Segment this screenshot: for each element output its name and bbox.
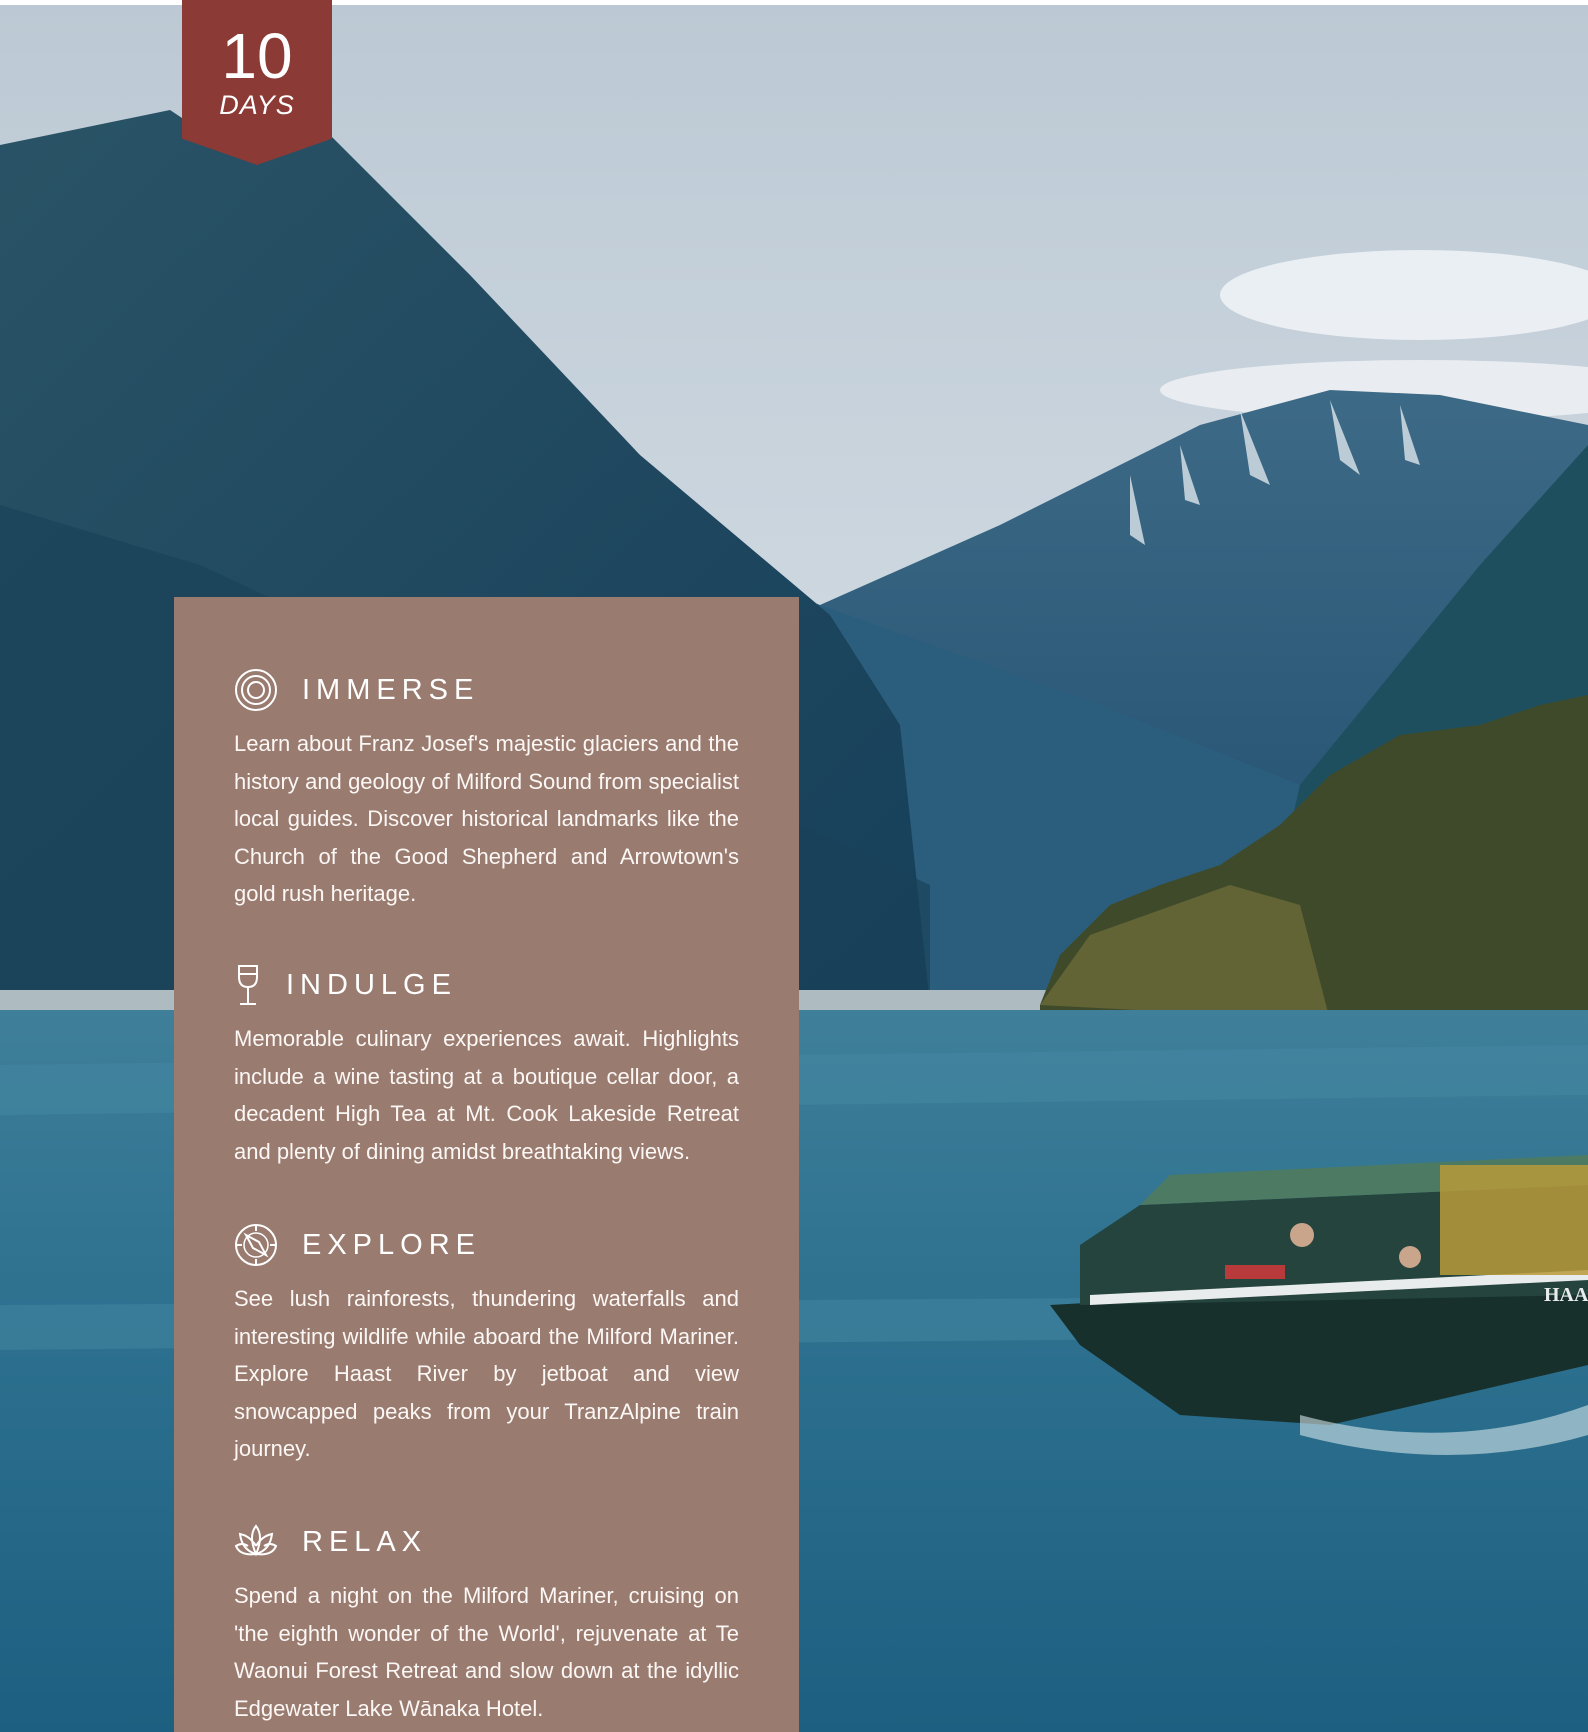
duration-unit: DAYS — [219, 90, 295, 120]
section-body: Learn about Franz Josef's majestic glaci… — [234, 731, 739, 906]
section-body: Memorable culinary experiences await. Hi… — [234, 1026, 739, 1164]
section-body: See lush rainforests, thundering waterfa… — [234, 1286, 739, 1461]
compass-icon — [234, 1223, 278, 1267]
section-immerse: IMMERSE Learn about Franz Josef's majest… — [234, 667, 739, 913]
section-explore: EXPLORE See lush rainforests, thundering… — [234, 1222, 739, 1468]
highlights-panel: IMMERSE Learn about Franz Josef's majest… — [174, 597, 799, 1732]
section-body: Spend a night on the Milford Mariner, cr… — [234, 1583, 739, 1721]
section-title: IMMERSE — [302, 673, 480, 706]
section-indulge: INDULGE Memorable culinary experiences a… — [234, 962, 739, 1170]
duration-badge: 10 DAYS — [182, 0, 332, 165]
boat-label: HAAS — [1544, 1284, 1588, 1306]
section-title: RELAX — [302, 1525, 428, 1558]
concentric-circles-icon — [234, 668, 278, 712]
wine-glass-icon — [234, 963, 262, 1007]
duration-number: 10 — [221, 20, 293, 92]
section-relax: RELAX Spend a night on the Milford Marin… — [234, 1519, 739, 1727]
lotus-icon — [234, 1520, 278, 1564]
section-title: INDULGE — [286, 968, 457, 1001]
section-title: EXPLORE — [302, 1228, 481, 1261]
